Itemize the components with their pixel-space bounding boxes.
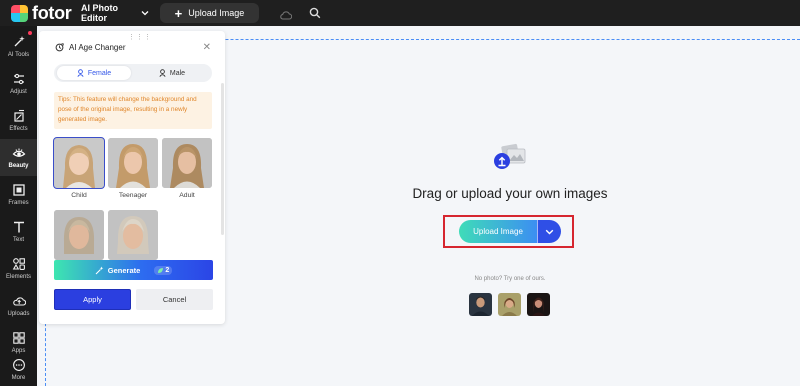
sample-photo-1[interactable]	[469, 293, 492, 316]
plus-icon: +	[174, 5, 183, 21]
generate-label: Generate	[107, 265, 141, 275]
search-icon[interactable]	[309, 6, 323, 20]
age-option-child[interactable]	[53, 137, 105, 189]
drag-handle-icon[interactable]: ⋮⋮⋮	[128, 33, 152, 41]
age-option-senior[interactable]	[108, 210, 158, 260]
child-portrait-image	[54, 138, 104, 188]
age-changer-icon	[55, 43, 64, 52]
rail-item-uploads[interactable]: Uploads	[0, 287, 37, 324]
more-icon	[12, 359, 25, 371]
left-tool-rail: AI Tools Adjust Effects Beauty Frames Te…	[0, 26, 37, 386]
tab-male-label: Male	[169, 69, 186, 77]
chevron-down-icon	[141, 9, 149, 18]
top-bar: fotor AI Photo Editor + Upload Image	[0, 0, 800, 26]
female-icon	[77, 69, 84, 77]
text-icon	[13, 221, 24, 233]
fotor-logo[interactable]: fotor	[11, 3, 73, 24]
tab-female[interactable]: Female	[57, 66, 131, 80]
rail-item-ai-tools[interactable]: AI Tools	[0, 28, 37, 65]
credits-badge: 2	[154, 265, 173, 275]
sample-photo-3[interactable]	[527, 293, 550, 316]
elements-icon	[12, 258, 25, 270]
teenager-portrait-image	[108, 138, 158, 188]
gender-toggle: Female Male	[54, 64, 212, 82]
panel-title: AI Age Changer	[69, 43, 126, 52]
rail-label-text: Text	[12, 237, 24, 243]
rail-label-effects: Effects	[9, 126, 28, 132]
rail-label-beauty: Beauty	[8, 163, 29, 169]
rail-item-elements[interactable]: Elements	[0, 250, 37, 287]
cancel-button[interactable]: Cancel	[136, 289, 213, 310]
apps-icon	[12, 332, 25, 344]
panel-header: AI Age Changer	[55, 43, 125, 52]
age-option-adult-label: Adult	[179, 192, 195, 199]
age-changer-panel: ⋮⋮⋮ AI Age Changer ✕ Female Male Tips: T…	[39, 31, 225, 324]
frames-icon	[12, 184, 25, 196]
age-option-teenager-label: Teenager	[118, 192, 148, 199]
upload-image-button[interactable]: Upload Image	[459, 220, 561, 243]
rail-item-adjust[interactable]: Adjust	[0, 65, 37, 102]
sample-photos-hint: No photo? Try one of ours.	[474, 276, 546, 282]
rail-item-text[interactable]: Text	[0, 213, 37, 250]
rail-label-ai-tools: AI Tools	[7, 52, 30, 58]
upload-image-button-top[interactable]: + Upload Image	[160, 3, 259, 23]
rail-item-frames[interactable]: Frames	[0, 176, 37, 213]
upload-dropdown-button[interactable]	[537, 220, 561, 243]
cloud-icon[interactable]	[279, 7, 293, 20]
close-icon[interactable]: ✕	[203, 42, 211, 53]
rail-label-uploads: Uploads	[7, 311, 30, 317]
rail-item-beauty[interactable]: Beauty	[0, 139, 37, 176]
tips-notice: Tips: This feature will change the backg…	[54, 92, 212, 129]
sample-photo-2[interactable]	[498, 293, 521, 316]
tab-female-label: Female	[87, 69, 112, 77]
upload-top-label: Upload Image	[188, 8, 245, 18]
upload-image-button-label[interactable]: Upload Image	[459, 220, 537, 243]
logo-mark-icon	[11, 4, 28, 22]
logo-text: fotor	[32, 2, 72, 23]
chevron-down-icon	[545, 229, 554, 234]
rail-item-effects[interactable]: Effects	[0, 102, 37, 139]
upload-icon	[12, 297, 26, 306]
panel-scrollbar[interactable]	[221, 83, 224, 235]
rail-label-elements: Elements	[5, 274, 31, 280]
upload-image-illustration-icon	[494, 143, 526, 169]
senior-portrait-image	[108, 210, 158, 260]
leaf-credit-icon	[158, 267, 164, 273]
credits-count: 2	[165, 266, 170, 274]
adult-portrait-image	[162, 138, 212, 188]
magic-wand-icon	[95, 266, 104, 274]
notification-dot	[28, 31, 32, 35]
rail-item-more[interactable]: More	[0, 353, 37, 386]
age-option-child-label: Child	[71, 192, 87, 199]
male-icon	[159, 69, 166, 77]
generate-button[interactable]: Generate 2	[54, 260, 213, 280]
rail-label-more: More	[11, 375, 26, 381]
apply-button[interactable]: Apply	[54, 289, 131, 310]
ai-tools-icon	[14, 36, 25, 47]
rail-label-frames: Frames	[8, 200, 29, 206]
editor-switch[interactable]: AI Photo Editor	[81, 3, 149, 23]
drop-zone-title: Drag or upload your own images	[412, 186, 608, 201]
editor-label: AI Photo Editor	[81, 3, 118, 23]
age-option-teenager[interactable]	[108, 138, 158, 188]
sliders-icon	[13, 73, 24, 85]
older-portrait-image	[54, 210, 104, 260]
effects-icon	[13, 109, 24, 122]
tab-male[interactable]: Male	[135, 66, 209, 80]
rail-label-adjust: Adjust	[10, 89, 27, 95]
age-option-adult[interactable]	[162, 138, 212, 188]
eye-icon	[12, 148, 25, 157]
age-option-older[interactable]	[54, 210, 104, 260]
